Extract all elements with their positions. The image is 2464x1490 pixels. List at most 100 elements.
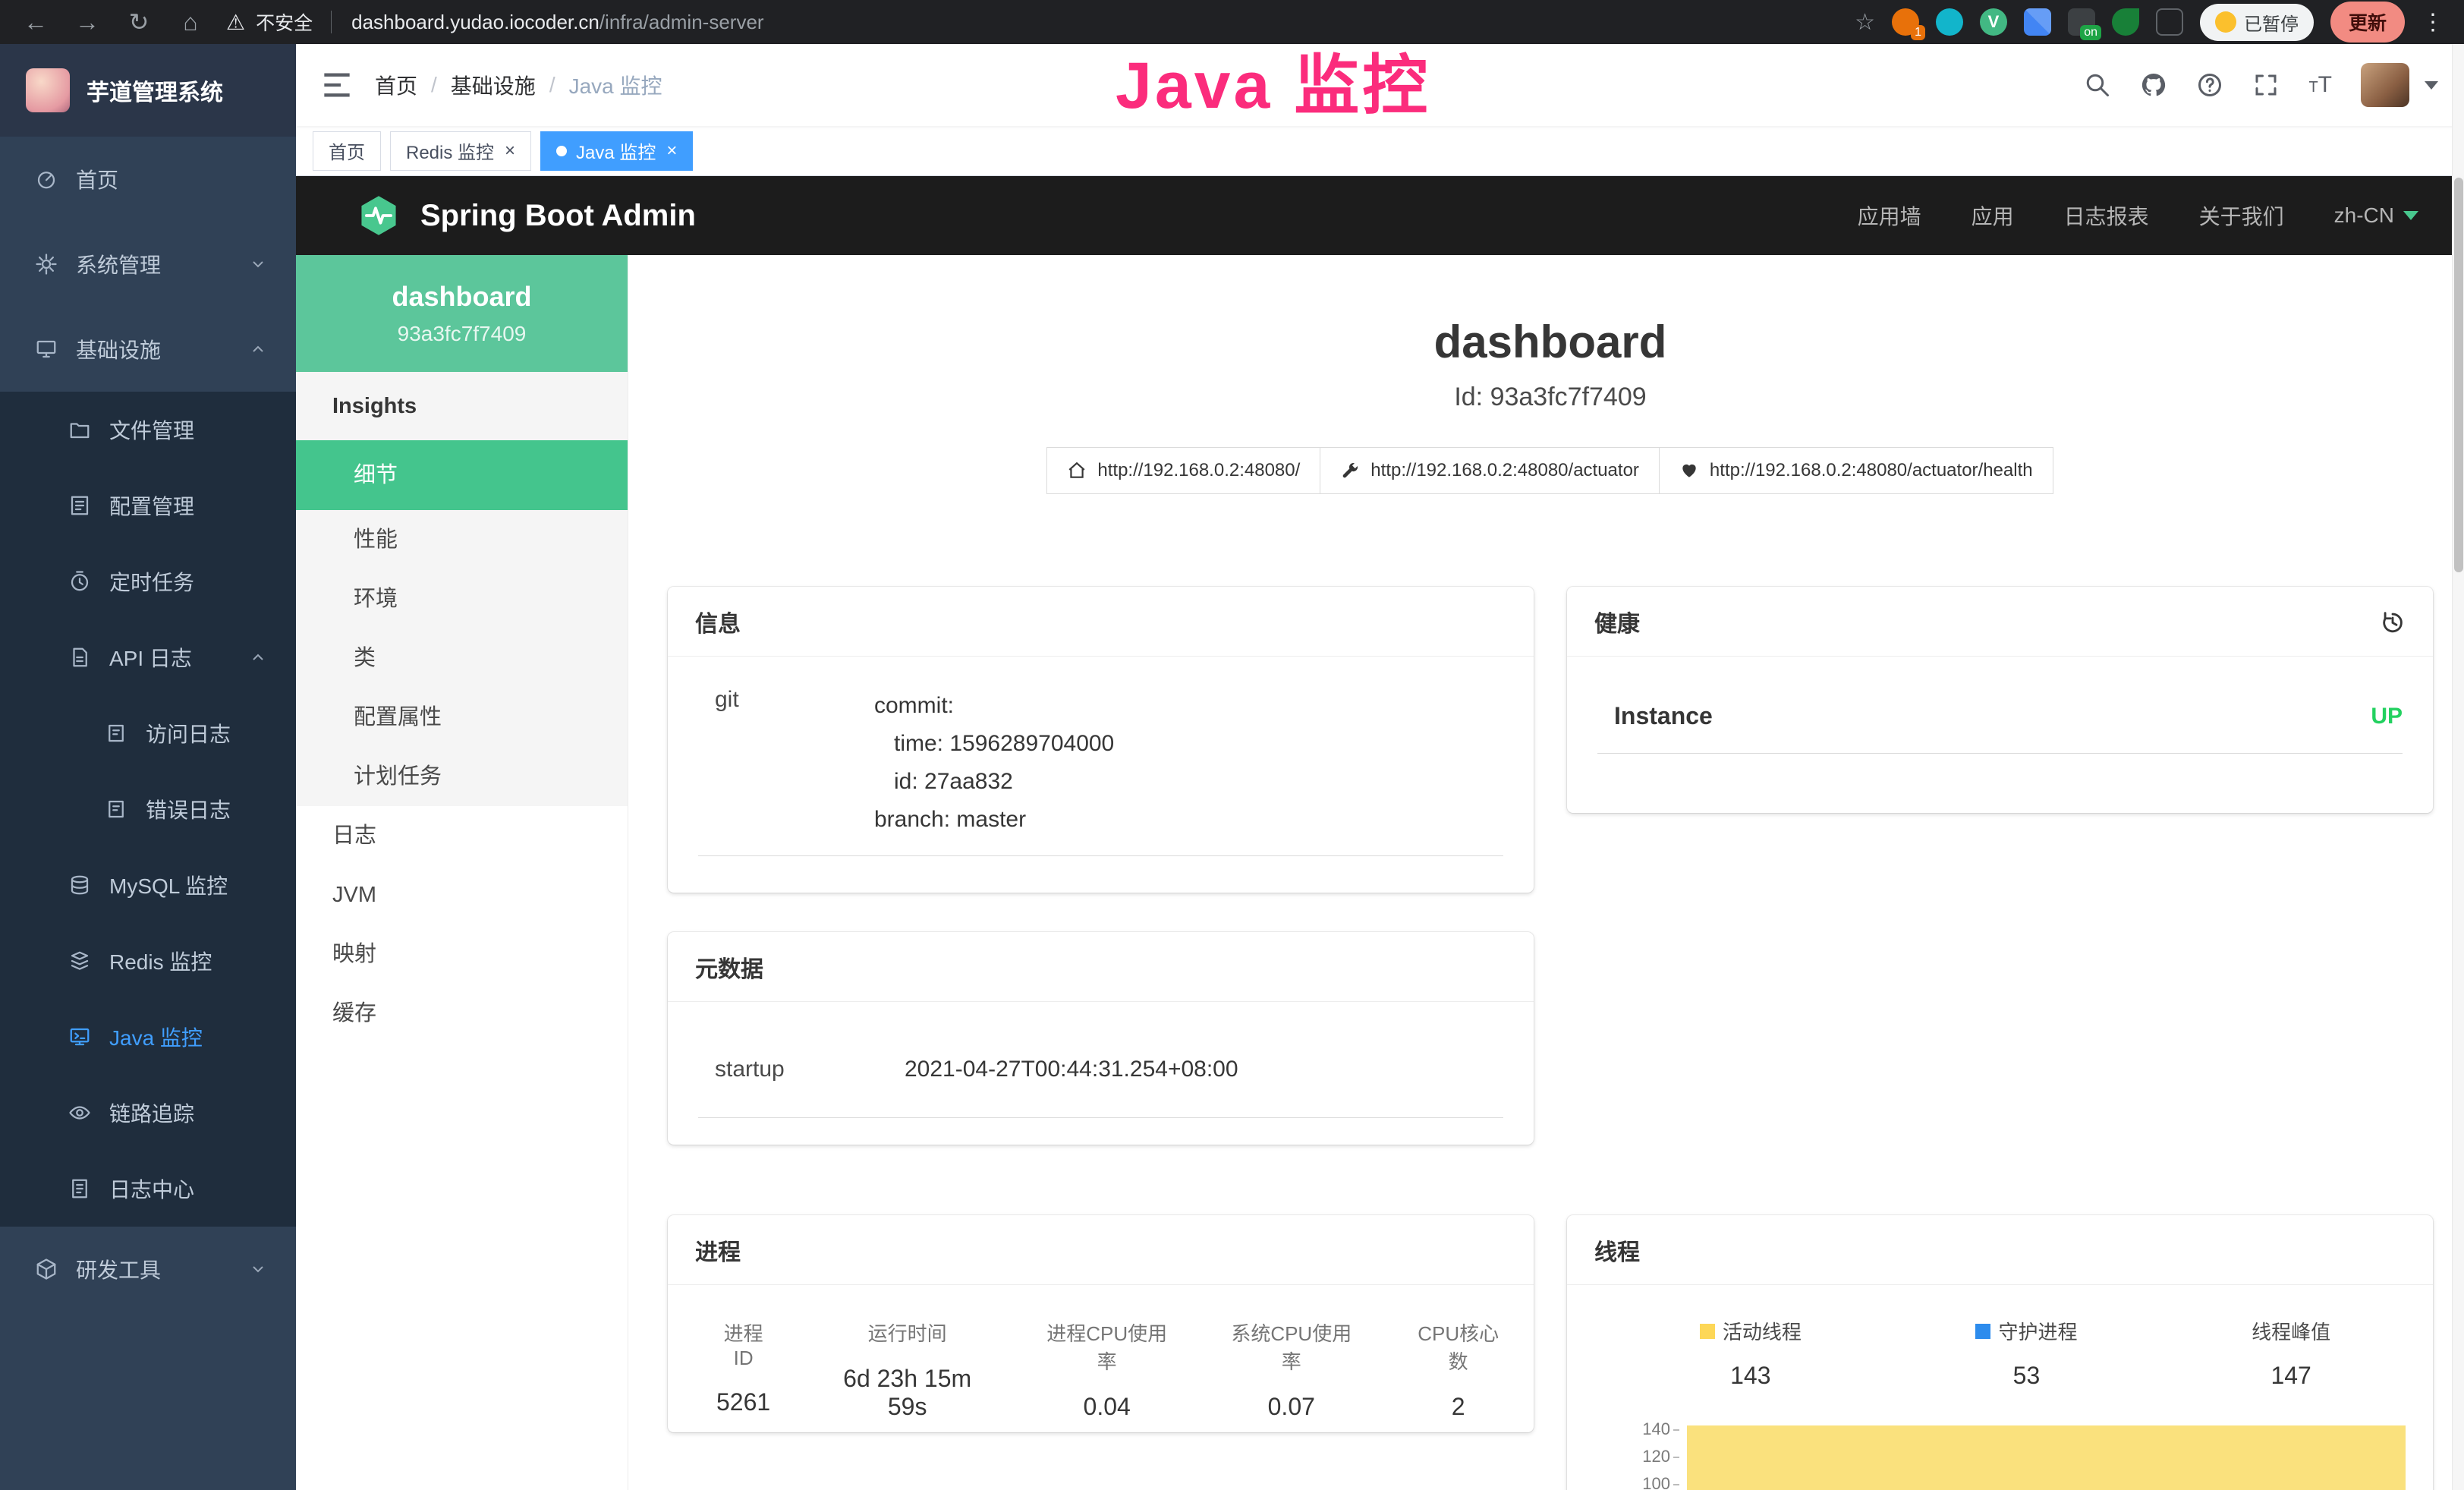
language-select[interactable]: zh-CN (2334, 203, 2418, 228)
menu-item-caches[interactable]: 缓存 (296, 984, 628, 1043)
close-icon[interactable]: × (505, 140, 515, 162)
menu-item-mappings[interactable]: 映射 (296, 925, 628, 984)
instance-links: http://192.168.0.2:48080/ http://192.168… (668, 447, 2433, 494)
sidebar-item-java-monitor[interactable]: Java 监控 (0, 999, 296, 1075)
nav-wallboard[interactable]: 应用墙 (1858, 200, 1921, 231)
extension-icon[interactable] (2024, 8, 2051, 36)
forward-icon[interactable]: → (71, 8, 103, 36)
paused-badge[interactable]: 已暂停 (2200, 4, 2314, 41)
security-label: 不安全 (256, 8, 313, 36)
service-url-link[interactable]: http://192.168.0.2:48080/ (1046, 447, 1320, 494)
github-icon[interactable] (2140, 71, 2167, 99)
sba-sidebar: dashboard 93a3fc7f7409 Insights 细节 性能 环境… (296, 255, 628, 1490)
extension-icon[interactable]: 1 (1892, 8, 1919, 36)
instance-name: dashboard (296, 281, 628, 313)
back-icon[interactable]: ← (20, 8, 52, 36)
fullscreen-icon[interactable] (2252, 71, 2280, 99)
font-size-icon[interactable]: TT (2308, 72, 2332, 98)
group-label: Insights (296, 372, 628, 440)
stat-uptime: 运行时间 6d 23h 15m 59s (829, 1318, 985, 1421)
legend-swatch (1700, 1324, 1715, 1339)
process-stats: 进程ID 5261 运行时间 6d 23h 15m 59s (698, 1285, 1503, 1432)
instance-id-line: Id: 93a3fc7f7409 (668, 383, 2433, 412)
metadata-card-title: 元数据 (695, 950, 763, 984)
address-bar[interactable]: dashboard.yudao.iocoder.cn/infra/admin-s… (351, 11, 1835, 34)
close-icon[interactable]: × (666, 140, 677, 162)
sba-logo-icon (357, 194, 401, 238)
gear-icon (35, 253, 58, 276)
tab-home[interactable]: 首页 (313, 131, 381, 171)
extension-icon[interactable] (1936, 8, 1963, 36)
menu-item-logs[interactable]: 日志 (296, 806, 628, 865)
breadcrumb-infra[interactable]: 基础设施 (451, 70, 536, 100)
menu-item-scheduled-tasks[interactable]: 计划任务 (296, 747, 628, 806)
doc-icon (68, 1177, 91, 1200)
menu-item-jvm[interactable]: JVM (296, 865, 628, 925)
sidebar-item-files[interactable]: 文件管理 (0, 392, 296, 468)
menu-item-config-props[interactable]: 配置属性 (296, 688, 628, 747)
update-button[interactable]: 更新 (2330, 2, 2405, 43)
sidebar-item-log-center[interactable]: 日志中心 (0, 1151, 296, 1227)
metadata-card: 元数据 startup 2021-04-27T00:44:31.254+08:0… (668, 932, 1534, 1145)
reload-icon[interactable]: ↻ (123, 8, 155, 36)
sidebar-item-config[interactable]: 配置管理 (0, 468, 296, 543)
breadcrumb-home[interactable]: 首页 (375, 70, 417, 100)
history-icon[interactable] (2380, 609, 2406, 635)
app-logo[interactable]: 芋道管理系统 (0, 44, 296, 137)
security-chip[interactable]: ⚠ 不安全 (226, 8, 332, 36)
sidebar-item-redis[interactable]: Redis 监控 (0, 923, 296, 999)
health-url-link[interactable]: http://192.168.0.2:48080/actuator/health (1659, 447, 2053, 494)
scrollbar[interactable] (2452, 44, 2464, 1490)
tab-java-monitor[interactable]: Java 监控× (540, 131, 693, 171)
browser-menu-icon[interactable]: ⋮ (2422, 9, 2444, 36)
hamburger-icon[interactable] (322, 72, 352, 98)
threads-card: 线程 活动线程 143 守护进程 53 (1567, 1215, 2433, 1490)
url-host: dashboard.yudao.iocoder.cn (351, 11, 599, 33)
stat-pid: 进程ID 5261 (716, 1318, 770, 1421)
search-icon[interactable] (2084, 71, 2111, 99)
nav-applications[interactable]: 应用 (1972, 200, 2014, 231)
sidebar-item-error-log[interactable]: 错误日志 (0, 771, 296, 847)
help-icon[interactable] (2196, 71, 2223, 99)
avatar-caret-icon[interactable] (2425, 81, 2438, 90)
menu-item-classes[interactable]: 类 (296, 628, 628, 688)
vue-devtools-icon[interactable]: V (1980, 8, 2007, 36)
extension-icon[interactable]: on (2068, 8, 2095, 36)
menu-item-details[interactable]: 细节 (296, 440, 628, 510)
sidebar-item-tracing[interactable]: 链路追踪 (0, 1075, 296, 1151)
user-avatar[interactable] (2361, 63, 2409, 107)
sidebar-item-home[interactable]: 首页 (0, 137, 296, 222)
sidebar-item-api-log[interactable]: API 日志 (0, 619, 296, 695)
sidebar-item-jobs[interactable]: 定时任务 (0, 543, 296, 619)
sidebar-item-mysql[interactable]: MySQL 监控 (0, 847, 296, 923)
actuator-url-link[interactable]: http://192.168.0.2:48080/actuator (1320, 447, 1660, 494)
tab-redis-monitor[interactable]: Redis 监控× (390, 131, 531, 171)
legend-swatch (1975, 1324, 1990, 1339)
edit-doc-icon (68, 494, 91, 517)
sidebar-item-system[interactable]: 系统管理 (0, 222, 296, 307)
nav-journal[interactable]: 日志报表 (2064, 200, 2149, 231)
process-card-title: 进程 (695, 1233, 741, 1267)
extension-icon[interactable] (2112, 8, 2139, 36)
paused-label: 已暂停 (2244, 9, 2299, 36)
home-icon[interactable]: ⌂ (175, 8, 206, 36)
screen: ← → ↻ ⌂ ⚠ 不安全 dashboard.yudao.iocoder.cn… (0, 0, 2464, 1490)
menu-item-environment[interactable]: 环境 (296, 569, 628, 628)
insights-group: Insights 细节 性能 环境 类 配置属性 计划任务 (296, 372, 628, 806)
sidebar-item-dev-tools[interactable]: 研发工具 (0, 1227, 296, 1312)
sidebar-item-access-log[interactable]: 访问日志 (0, 695, 296, 771)
nav-about[interactable]: 关于我们 (2199, 200, 2284, 231)
sidebar-item-infra[interactable]: 基础设施 (0, 307, 296, 392)
threads-chart: 140 120 100 (1567, 1416, 2433, 1490)
extension-icon[interactable] (2156, 8, 2183, 36)
sba-nav: 应用墙 应用 日志报表 关于我们 zh-CN (1858, 200, 2418, 231)
instance-header[interactable]: dashboard 93a3fc7f7409 (296, 255, 628, 372)
bookmark-star-icon[interactable]: ☆ (1855, 9, 1875, 36)
heart-icon (1679, 461, 1699, 480)
info-card: 信息 git commit: time: 1596289704000 id: 2… (668, 587, 1534, 893)
chart-plot-area (1681, 1416, 2406, 1490)
scrollbar-thumb[interactable] (2454, 178, 2463, 572)
menu-item-performance[interactable]: 性能 (296, 510, 628, 569)
layers-icon (68, 950, 91, 972)
emoji-face-icon (2215, 11, 2236, 33)
